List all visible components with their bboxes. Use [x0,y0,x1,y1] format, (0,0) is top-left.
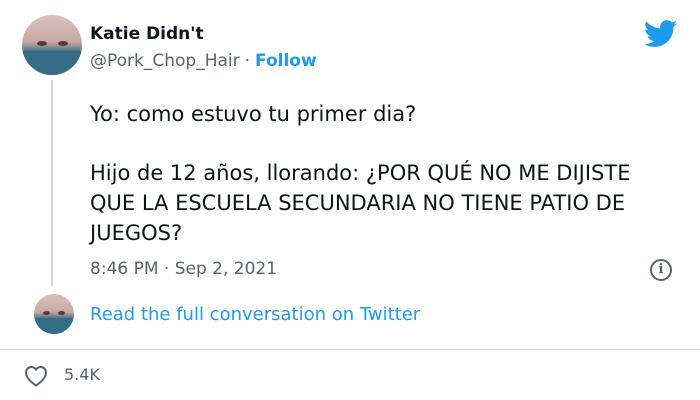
avatar-face-mask [22,51,82,75]
reply-avatar[interactable] [34,294,74,334]
follow-button[interactable]: Follow [255,51,317,71]
author-avatar[interactable] [22,15,82,75]
tweet-text-line2: Hijo de 12 años, llorando: ¿POR QUÉ NO M… [90,161,631,245]
avatar-eye-right [58,311,65,315]
avatar-face-mask [34,318,74,334]
separator-dot: · [244,51,251,71]
tweet-text-line1: Yo: como estuvo tu primer dia? [90,102,417,126]
divider [0,349,700,350]
author-handle-row: @Pork_Chop_Hair · Follow [90,51,317,71]
avatar-eye-left [37,41,47,46]
author-handle[interactable]: @Pork_Chop_Hair [90,51,240,71]
like-count: 5.4K [64,365,100,384]
avatar-eye-left [43,311,50,315]
tweet-timestamp[interactable]: 8:46 PM · Sep 2, 2021 [90,259,277,279]
author-display-name[interactable]: Katie Didn't [90,24,204,44]
read-full-conversation-link[interactable]: Read the full conversation on Twitter [90,304,420,325]
info-icon[interactable]: i [650,259,672,281]
heart-icon[interactable] [24,365,48,387]
thread-connector-line [51,80,53,286]
twitter-bird-icon[interactable] [644,20,678,48]
avatar-eye-right [58,41,68,46]
